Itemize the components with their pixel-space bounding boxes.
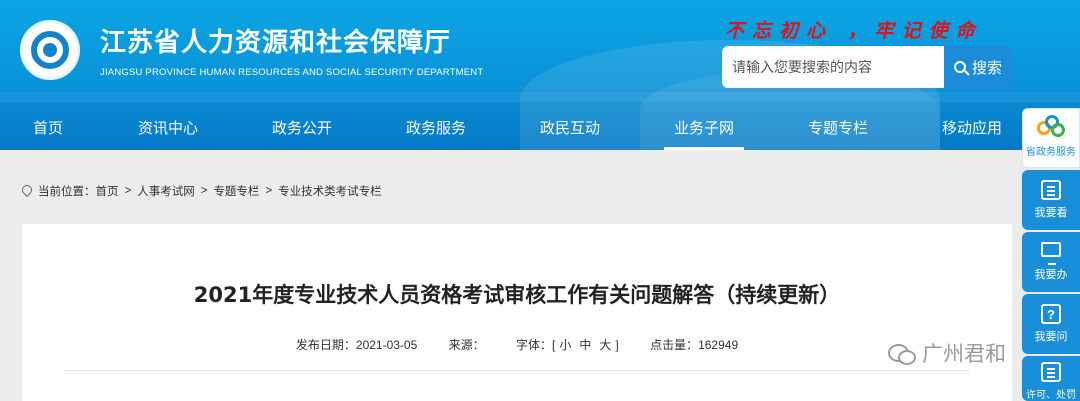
sidebar-item-label: 我要看 (1034, 207, 1068, 219)
font-size-group: 字体：[小中大] (516, 338, 622, 352)
department-logo-icon[interactable] (20, 20, 80, 80)
nav-item-interaction[interactable]: 政民互动 (530, 108, 610, 150)
article-card: 2021年度专业技术人员资格考试审核工作有关问题解答（持续更新） 发布日期：20… (22, 224, 1012, 401)
wechat-icon (888, 342, 916, 365)
breadcrumb-link-professional-exam[interactable]: 专业技术类考试专栏 (278, 183, 382, 199)
header-banner: 江苏省人力资源和社会保障厅 JIANGSU PROVINCE HUMAN RES… (0, 0, 1080, 150)
font-size-medium-option[interactable]: 中 (579, 338, 591, 352)
site-subtitle: JIANGSU PROVINCE HUMAN RESOURCES AND SOC… (100, 67, 484, 78)
nav-item-mobile-apps[interactable]: 移动应用 (932, 108, 1012, 150)
sidebar-item-provincial-service[interactable]: 省政务服务 (1022, 108, 1080, 168)
breadcrumb-separator: > (265, 185, 273, 197)
publish-date-group: 发布日期：2021-03-05 (296, 338, 421, 352)
breadcrumb-link-exam-site[interactable]: 人事考试网 (137, 183, 195, 199)
breadcrumb-separator: > (200, 185, 208, 197)
sidebar-item-label: 我要问 (1034, 331, 1068, 343)
font-size-label: 字体：[ (515, 338, 556, 352)
site-title[interactable]: 江苏省人力资源和社会保障厅 (100, 22, 451, 59)
source-group: 来源： (449, 338, 488, 352)
hits-label: 点击量： (650, 338, 699, 352)
nav-item-gov-open[interactable]: 政务公开 (262, 108, 342, 150)
breadcrumb-link-special-topics[interactable]: 专题专栏 (213, 183, 259, 199)
publish-date-label: 发布日期： (295, 338, 356, 352)
question-icon (1041, 304, 1061, 324)
sidebar-item-label: 我要办 (1034, 269, 1068, 281)
font-size-small-option[interactable]: 小 (559, 338, 571, 352)
meta-divider (64, 370, 970, 371)
source-label: 来源： (448, 338, 485, 352)
banner-bridge-decoration (0, 92, 1080, 102)
breadcrumb-link-home[interactable]: 首页 (96, 183, 119, 199)
search-button-label: 搜索 (971, 59, 1002, 77)
watermark-text: 广州君和 (922, 343, 1006, 366)
service-logo-icon (1035, 115, 1067, 141)
hits-value: 162949 (698, 338, 739, 352)
sidebar-item-label: 许可、处罚 (1026, 390, 1076, 401)
service-logo-ring-green (1051, 123, 1065, 137)
breadcrumb-prefix: 当前位置： (38, 186, 96, 198)
font-size-large-option[interactable]: 大 (599, 338, 611, 352)
search-icon (953, 61, 966, 73)
logo-core (43, 43, 57, 57)
sidebar-item-license-penalty[interactable]: 许可、处罚 (1022, 356, 1080, 401)
sidebar-item-handle[interactable]: 我要办 (1022, 232, 1080, 292)
article-title: 2021年度专业技术人员资格考试审核工作有关问题解答（持续更新） (193, 283, 841, 307)
nav-item-news[interactable]: 资讯中心 (128, 108, 208, 150)
font-size-close-bracket: ] (615, 338, 619, 352)
document-icon (1041, 362, 1061, 382)
slogan: 不忘初心 ，牢记使命 (725, 20, 983, 42)
sidebar-item-view[interactable]: 我要看 (1022, 170, 1080, 230)
main-nav: 首页 资讯中心 政务公开 政务服务 政民互动 业务子网 专题专栏 移动应用 (0, 108, 1080, 150)
search-input[interactable] (722, 46, 945, 88)
article-meta: 发布日期：2021-03-05 来源： 字体：[小中大] 点击量：162949 (22, 336, 1012, 353)
monitor-icon (1041, 242, 1061, 265)
nav-item-special-topics[interactable]: 专题专栏 (798, 108, 878, 150)
hits-group: 点击量：162949 (650, 338, 738, 352)
sidebar-item-ask[interactable]: 我要问 (1022, 294, 1080, 354)
sidebar-item-label: 省政务服务 (1026, 147, 1076, 158)
nav-item-home[interactable]: 首页 (12, 108, 84, 150)
nav-item-business-subnet[interactable]: 业务子网 (664, 108, 744, 150)
location-pin-icon (22, 185, 32, 198)
breadcrumb-separator: > (124, 185, 132, 197)
wechat-watermark: 广州君和 (888, 338, 1006, 368)
publish-date-value: 2021-03-05 (355, 338, 418, 352)
document-icon (1041, 180, 1061, 200)
search-button[interactable]: 搜索 (944, 46, 1012, 88)
nav-item-gov-service[interactable]: 政务服务 (396, 108, 476, 150)
breadcrumb: 当前位置： 首页 > 人事考试网 > 专题专栏 > 专业技术类考试专栏 (22, 183, 382, 199)
